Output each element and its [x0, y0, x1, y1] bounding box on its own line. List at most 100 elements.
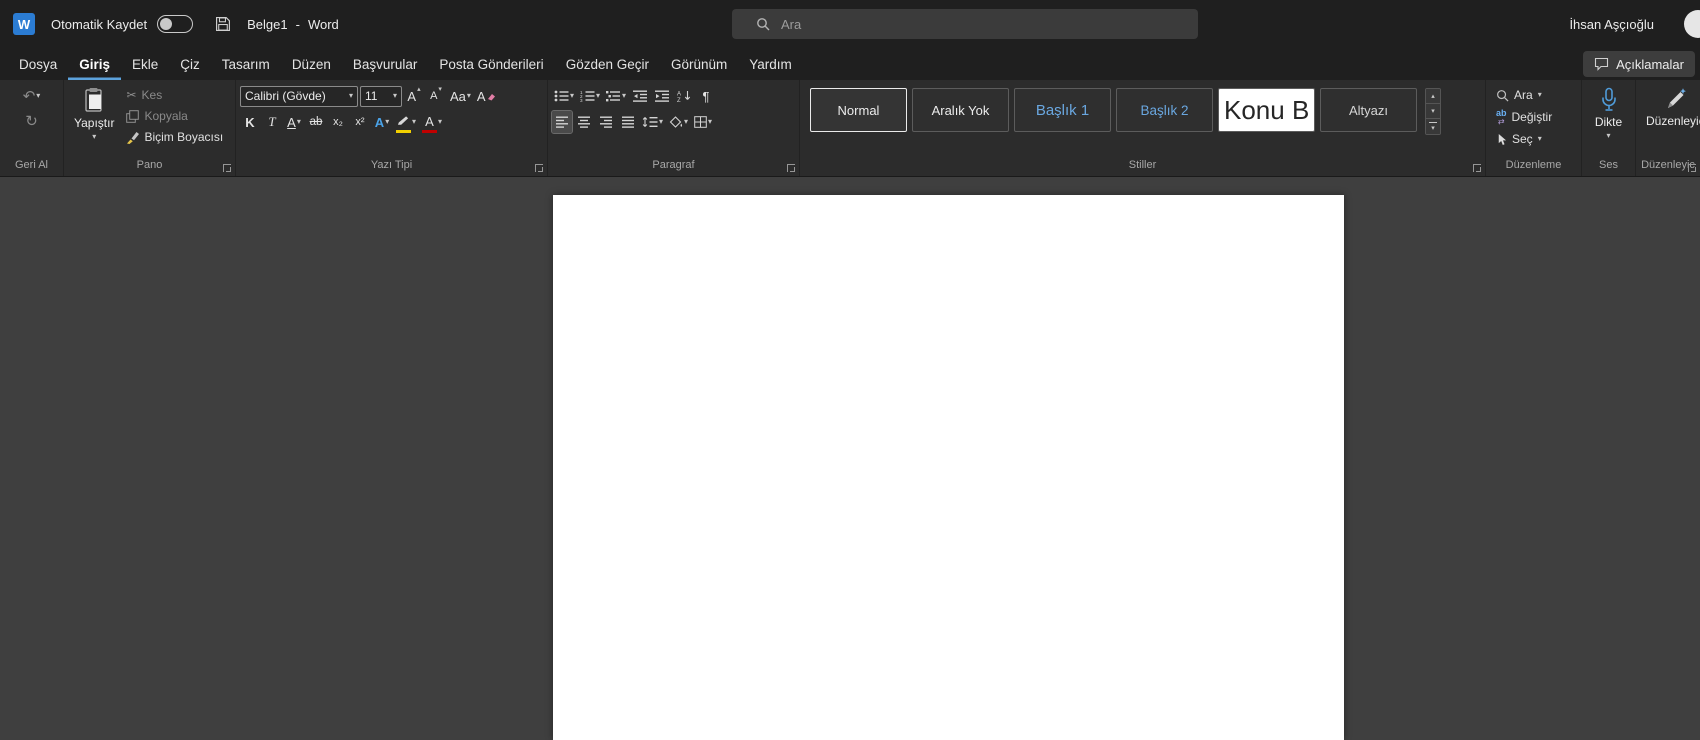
- style-normal[interactable]: Normal: [810, 88, 907, 132]
- align-right-icon: [599, 116, 612, 128]
- copy-label: Kopyala: [144, 109, 188, 123]
- font-name-combo[interactable]: Calibri (Gövde) ▾: [240, 85, 358, 107]
- clear-formatting-letter: A: [476, 88, 486, 104]
- shrink-font-button[interactable]: A ▾: [426, 85, 446, 107]
- undo-button[interactable]: ↶ ▾: [21, 85, 43, 107]
- grow-font-button[interactable]: A ▴: [404, 85, 424, 107]
- document-canvas: [0, 178, 1700, 740]
- multilevel-list-button[interactable]: ▾: [604, 85, 628, 107]
- select-button[interactable]: Seç ▾: [1492, 129, 1556, 149]
- subscript-letters: x₂: [333, 116, 343, 128]
- strikethrough-button[interactable]: ab: [306, 111, 326, 133]
- align-right-button[interactable]: [596, 111, 616, 133]
- styles-gallery: Normal Aralık Yok Başlık 1 Başlık 2 Konu…: [804, 85, 1443, 156]
- style-altyazi[interactable]: Altyazı: [1320, 88, 1417, 132]
- sort-button[interactable]: AZ: [674, 85, 694, 107]
- comments-button[interactable]: Açıklamalar: [1583, 51, 1695, 77]
- format-painter-button[interactable]: Biçim Boyacısı: [122, 127, 227, 147]
- decrease-indent-button[interactable]: [630, 85, 650, 107]
- document-name: Belge1: [247, 16, 288, 32]
- document-page[interactable]: [553, 195, 1344, 740]
- tab-tasarim[interactable]: Tasarım: [211, 48, 281, 80]
- avatar[interactable]: [1684, 10, 1700, 38]
- caret-up-icon: ▴: [417, 86, 421, 93]
- save-button[interactable]: [215, 16, 231, 32]
- find-button[interactable]: Ara ▾: [1492, 85, 1556, 105]
- align-left-button[interactable]: [551, 110, 573, 134]
- text-effects-button[interactable]: A ▾: [372, 111, 392, 133]
- tab-gorunum[interactable]: Görünüm: [660, 48, 738, 80]
- bold-button[interactable]: K: [240, 111, 260, 133]
- chevron-down-icon: ▾: [684, 117, 689, 126]
- style-baslik-1[interactable]: Başlık 1: [1014, 88, 1111, 132]
- swap-arrows-icon: ⇄: [1497, 116, 1505, 126]
- font-color-bar: [422, 129, 438, 133]
- group-label-voice: Ses: [1599, 159, 1618, 171]
- change-case-button[interactable]: Aa ▾: [448, 85, 473, 107]
- autosave-toggle[interactable]: [157, 15, 194, 33]
- align-center-icon: [577, 116, 590, 128]
- tab-duzen[interactable]: Düzen: [281, 48, 342, 80]
- highlighter-icon: [397, 116, 409, 125]
- format-painter-icon: [127, 131, 140, 144]
- dialog-launcher-icon[interactable]: [787, 164, 795, 172]
- cut-button[interactable]: ✂ Kes: [122, 85, 227, 105]
- save-icon: [216, 17, 231, 31]
- search-box[interactable]: Ara: [732, 9, 1198, 39]
- chevron-down-icon: ▾: [596, 91, 601, 100]
- highlight-color-button[interactable]: ▾: [394, 111, 418, 133]
- align-center-button[interactable]: [574, 111, 594, 133]
- line-spacing-button[interactable]: ▾: [640, 111, 665, 133]
- group-label-font: Yazı Tipi: [370, 159, 413, 171]
- style-konu-basligi[interactable]: Konu B: [1218, 88, 1315, 132]
- chevron-down-icon: ▾: [348, 91, 353, 100]
- tab-ekle[interactable]: Ekle: [121, 48, 169, 80]
- tab-posta-gonderileri[interactable]: Posta Gönderileri: [428, 48, 554, 80]
- shrink-font-letter: A: [430, 90, 438, 102]
- style-aralik-yok[interactable]: Aralık Yok: [912, 88, 1009, 132]
- ribbon: ↶ ▾ ↻ Geri Al Yapıştır ▾ ✂ Kes Kopyala B…: [0, 80, 1700, 177]
- underline-letter: A: [287, 114, 296, 130]
- tab-dosya[interactable]: Dosya: [8, 48, 68, 80]
- shading-button[interactable]: ▾: [667, 111, 690, 133]
- redo-button[interactable]: ↻: [22, 110, 42, 132]
- replace-button[interactable]: ab ⇄ Değiştir: [1492, 107, 1556, 127]
- word-logo-icon[interactable]: W: [13, 13, 35, 35]
- italic-button[interactable]: T: [262, 111, 282, 133]
- copy-button[interactable]: Kopyala: [122, 106, 227, 126]
- superscript-letters: x²: [355, 116, 365, 128]
- show-paragraph-marks-button[interactable]: ¶: [696, 85, 716, 107]
- gallery-scroll-down-button[interactable]: ▾: [1426, 104, 1440, 119]
- tab-giris[interactable]: Giriş: [68, 48, 121, 80]
- dialog-launcher-icon[interactable]: [535, 164, 543, 172]
- gallery-expand-button[interactable]: ▾: [1426, 119, 1440, 134]
- bullets-button[interactable]: ▾: [552, 85, 576, 107]
- increase-indent-button[interactable]: [652, 85, 672, 107]
- editor-button[interactable]: Düzenleyic: [1640, 85, 1700, 156]
- clear-formatting-button[interactable]: A: [475, 85, 498, 107]
- editor-pencil-icon: [1667, 88, 1686, 108]
- paste-button[interactable]: Yapıştır ▾: [68, 85, 120, 156]
- dialog-launcher-icon[interactable]: [1473, 164, 1481, 172]
- tab-basvurular[interactable]: Başvurular: [342, 48, 429, 80]
- dialog-launcher-icon[interactable]: [1688, 164, 1696, 172]
- svg-text:Z: Z: [677, 98, 681, 102]
- dialog-launcher-icon[interactable]: [223, 164, 231, 172]
- font-size-combo[interactable]: 11 ▾: [360, 85, 402, 107]
- borders-button[interactable]: ▾: [692, 111, 714, 133]
- tab-ciz[interactable]: Çiz: [169, 48, 211, 80]
- subscript-button[interactable]: x₂: [328, 111, 348, 133]
- chevron-down-icon: ▾: [36, 91, 41, 100]
- chevron-down-icon: ▾: [466, 91, 471, 100]
- numbering-button[interactable]: 123 ▾: [578, 85, 602, 107]
- tab-yardim[interactable]: Yardım: [738, 48, 803, 80]
- justify-button[interactable]: [618, 111, 638, 133]
- font-color-button[interactable]: A ▾: [420, 111, 444, 133]
- dictate-button[interactable]: Dikte ▾: [1589, 85, 1628, 156]
- user-name[interactable]: İhsan Aşçıoğlu: [1569, 0, 1654, 48]
- tab-gozden-gecir[interactable]: Gözden Geçir: [555, 48, 660, 80]
- superscript-button[interactable]: x²: [350, 111, 370, 133]
- gallery-scroll-up-button[interactable]: ▴: [1426, 89, 1440, 104]
- underline-button[interactable]: A ▾: [284, 111, 304, 133]
- style-baslik-2[interactable]: Başlık 2: [1116, 88, 1213, 132]
